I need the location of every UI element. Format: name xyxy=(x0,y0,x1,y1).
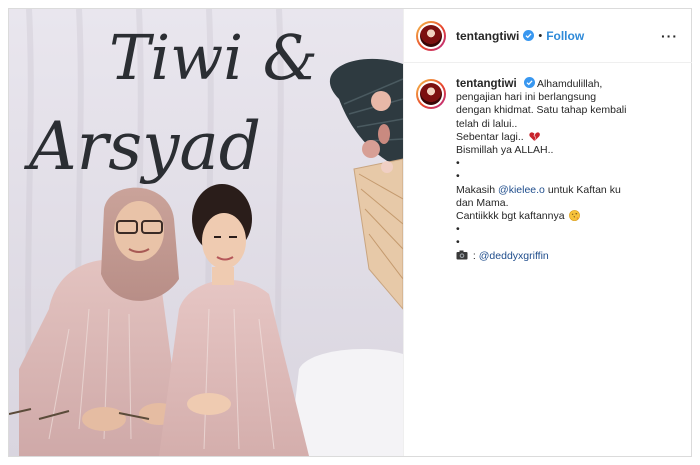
caption-bullet: • xyxy=(456,170,460,183)
caption-text: tentangtiwi Alhamdulillah, pengajian har… xyxy=(456,77,626,263)
avatar[interactable] xyxy=(416,20,446,51)
caption-text-line: Sebentar lagi.. xyxy=(456,130,524,143)
verified-badge-icon xyxy=(523,30,535,41)
caption-text-line: Cantiikkk bgt kaftannya xyxy=(456,210,565,223)
caption: tentangtiwi Alhamdulillah, pengajian har… xyxy=(404,63,692,263)
more-options-icon[interactable]: ··· xyxy=(661,28,678,44)
caption-username-link[interactable]: tentangtiwi xyxy=(456,78,517,90)
verified-badge-icon xyxy=(523,77,535,88)
caption-text-line: dengan khidmat. Satu tahap kembali xyxy=(456,104,627,117)
caption-text-line: untuk Kaftan ku xyxy=(547,183,621,196)
caption-text-line: Makasih xyxy=(456,183,496,196)
broken-heart-emoji-icon xyxy=(529,132,540,141)
caption-text-line: Alhamdulillah, xyxy=(536,78,603,90)
caption-text-line: dan Mama. xyxy=(456,196,509,209)
follow-button[interactable]: Follow xyxy=(546,29,584,43)
mention-link[interactable]: @deddyxgriffin xyxy=(479,250,549,262)
caption-text-line: pengajian hari ini berlangsung xyxy=(456,91,597,104)
post-photo[interactable]: Tiwi & Arsyad xyxy=(9,9,403,456)
post-side-panel: tentangtiwi • Follow ··· tentangtiwi Alh… xyxy=(403,9,692,456)
signage-line-2: Arsyad xyxy=(23,108,261,185)
kissing-face-emoji-icon xyxy=(569,210,581,221)
caption-line: Makasih @kielee.o untuk Kaftan ku xyxy=(456,184,626,197)
caption-text-line: Bismillah ya ALLAH.. xyxy=(456,144,554,157)
username-link[interactable]: tentangtiwi xyxy=(456,29,519,43)
caption-text-line: telah di lalui.. xyxy=(456,117,518,130)
caption-line: Cantiikkk bgt kaftannya xyxy=(456,210,626,223)
caption-bullet: • xyxy=(456,157,460,170)
caption-line: Sebentar lagi.. xyxy=(456,131,626,144)
post-header: tentangtiwi • Follow ··· xyxy=(404,9,692,63)
camera-icon xyxy=(456,250,468,260)
separator-dot: • xyxy=(538,29,543,42)
caption-line: tentangtiwi Alhamdulillah, xyxy=(456,77,626,91)
post-image: Tiwi & Arsyad xyxy=(9,9,403,456)
instagram-post: Tiwi & Arsyad tentangtiwi • Follow ··· t… xyxy=(8,8,692,457)
caption-text-line: : xyxy=(472,249,476,262)
signage-line-1: Tiwi & xyxy=(109,21,318,94)
mention-link[interactable]: @kielee.o xyxy=(498,184,545,196)
caption-line: : @deddyxgriffin xyxy=(456,250,626,263)
caption-bullet: • xyxy=(456,236,460,249)
caption-avatar[interactable] xyxy=(416,79,446,109)
caption-bullet: • xyxy=(456,223,460,236)
